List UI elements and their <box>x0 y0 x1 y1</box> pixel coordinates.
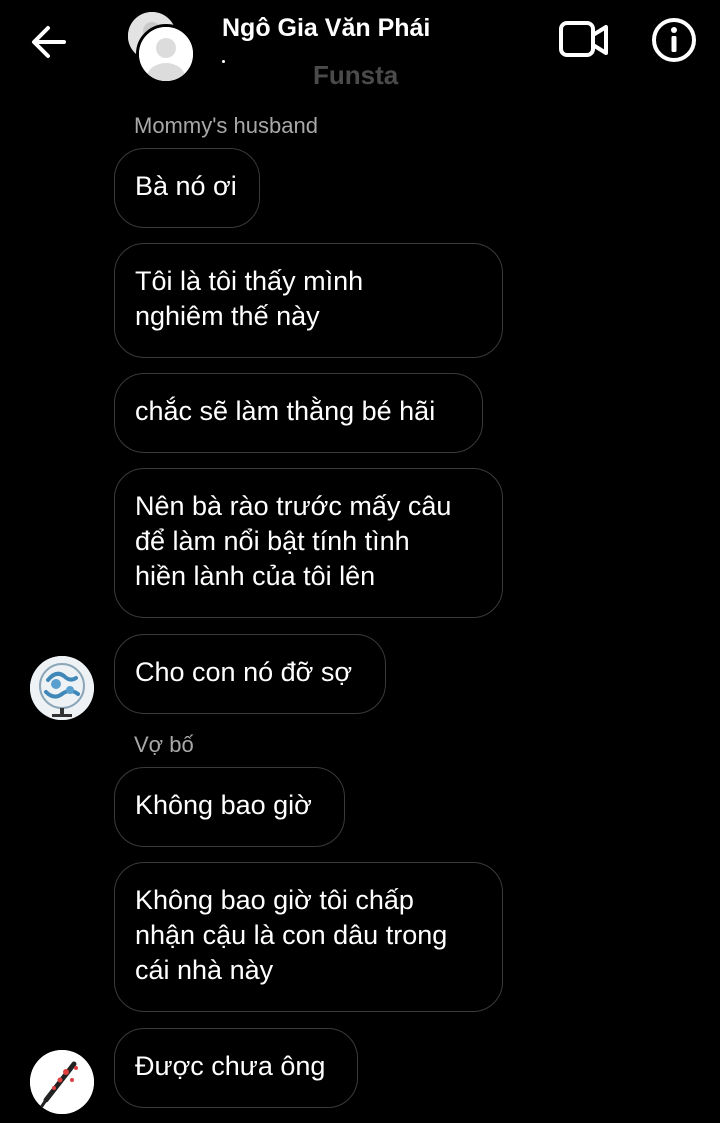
back-button[interactable] <box>28 22 72 62</box>
message-bubble[interactable]: Nên bà rào trước mấy câu để làm nổi bật … <box>114 468 503 618</box>
message-bubble[interactable]: Tôi là tôi thấy mình nghiêm thế này <box>114 243 503 358</box>
chat-subtitle: Funsta <box>313 60 399 90</box>
pencil-avatar-icon <box>30 1050 94 1114</box>
message-bubble[interactable]: Được chưa ông <box>114 1028 358 1108</box>
status-dot <box>222 60 225 63</box>
info-icon <box>652 18 696 62</box>
sender-name: Vợ bố <box>134 732 194 757</box>
sender-avatar[interactable] <box>30 1050 94 1114</box>
info-button[interactable] <box>650 16 698 64</box>
chat-header: Ngô Gia Văn Phái Funsta <box>0 0 720 100</box>
message-bubble[interactable]: Cho con nó đỡ sợ <box>114 634 386 714</box>
message-bubble[interactable]: Bà nó ơi <box>114 148 260 228</box>
video-call-button[interactable] <box>556 18 612 62</box>
sender-name: Mommy's husband <box>134 113 318 138</box>
video-camera-icon <box>559 21 608 57</box>
message-bubble[interactable]: chắc sẽ làm thằng bé hãi <box>114 373 483 453</box>
globe-avatar-icon <box>30 656 94 720</box>
message-bubble[interactable]: Không bao giờ <box>114 767 345 847</box>
message-bubble[interactable]: Không bao giờ tôi chấp nhận cậu là con d… <box>114 862 503 1012</box>
member-avatar-front <box>136 24 196 84</box>
sender-avatar[interactable] <box>30 656 94 720</box>
group-avatar[interactable] <box>124 10 196 84</box>
arrow-left-icon <box>32 26 66 58</box>
chat-title[interactable]: Ngô Gia Văn Phái <box>222 14 430 43</box>
